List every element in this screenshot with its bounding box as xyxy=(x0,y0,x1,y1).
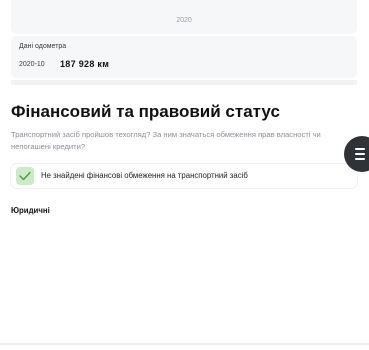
financial-status-item: Не знайдені фінансові обмеження на транс… xyxy=(11,164,357,188)
chart-year-label: 2020 xyxy=(176,17,192,24)
section-title: Фінансовий та правовий статус xyxy=(11,102,280,121)
menu-icon xyxy=(355,148,365,150)
odometer-title: Дані одометра xyxy=(19,43,67,50)
section-divider xyxy=(11,80,357,85)
financial-status-text: Не знайдені фінансові обмеження на транс… xyxy=(41,171,248,180)
odometer-date: 2020-10 xyxy=(19,61,45,68)
odometer-value: 187 928 км xyxy=(60,59,110,69)
section-description: Транспортний засіб пройшов техогляд? За … xyxy=(11,130,321,151)
odometer-card: Дані одометра 2020-10 187 928 км xyxy=(11,36,357,78)
mileage-chart-strip: 2020 xyxy=(11,0,357,34)
bottom-divider xyxy=(0,343,369,345)
legal-subheading: Юридичні xyxy=(11,206,50,215)
check-icon xyxy=(16,167,34,185)
